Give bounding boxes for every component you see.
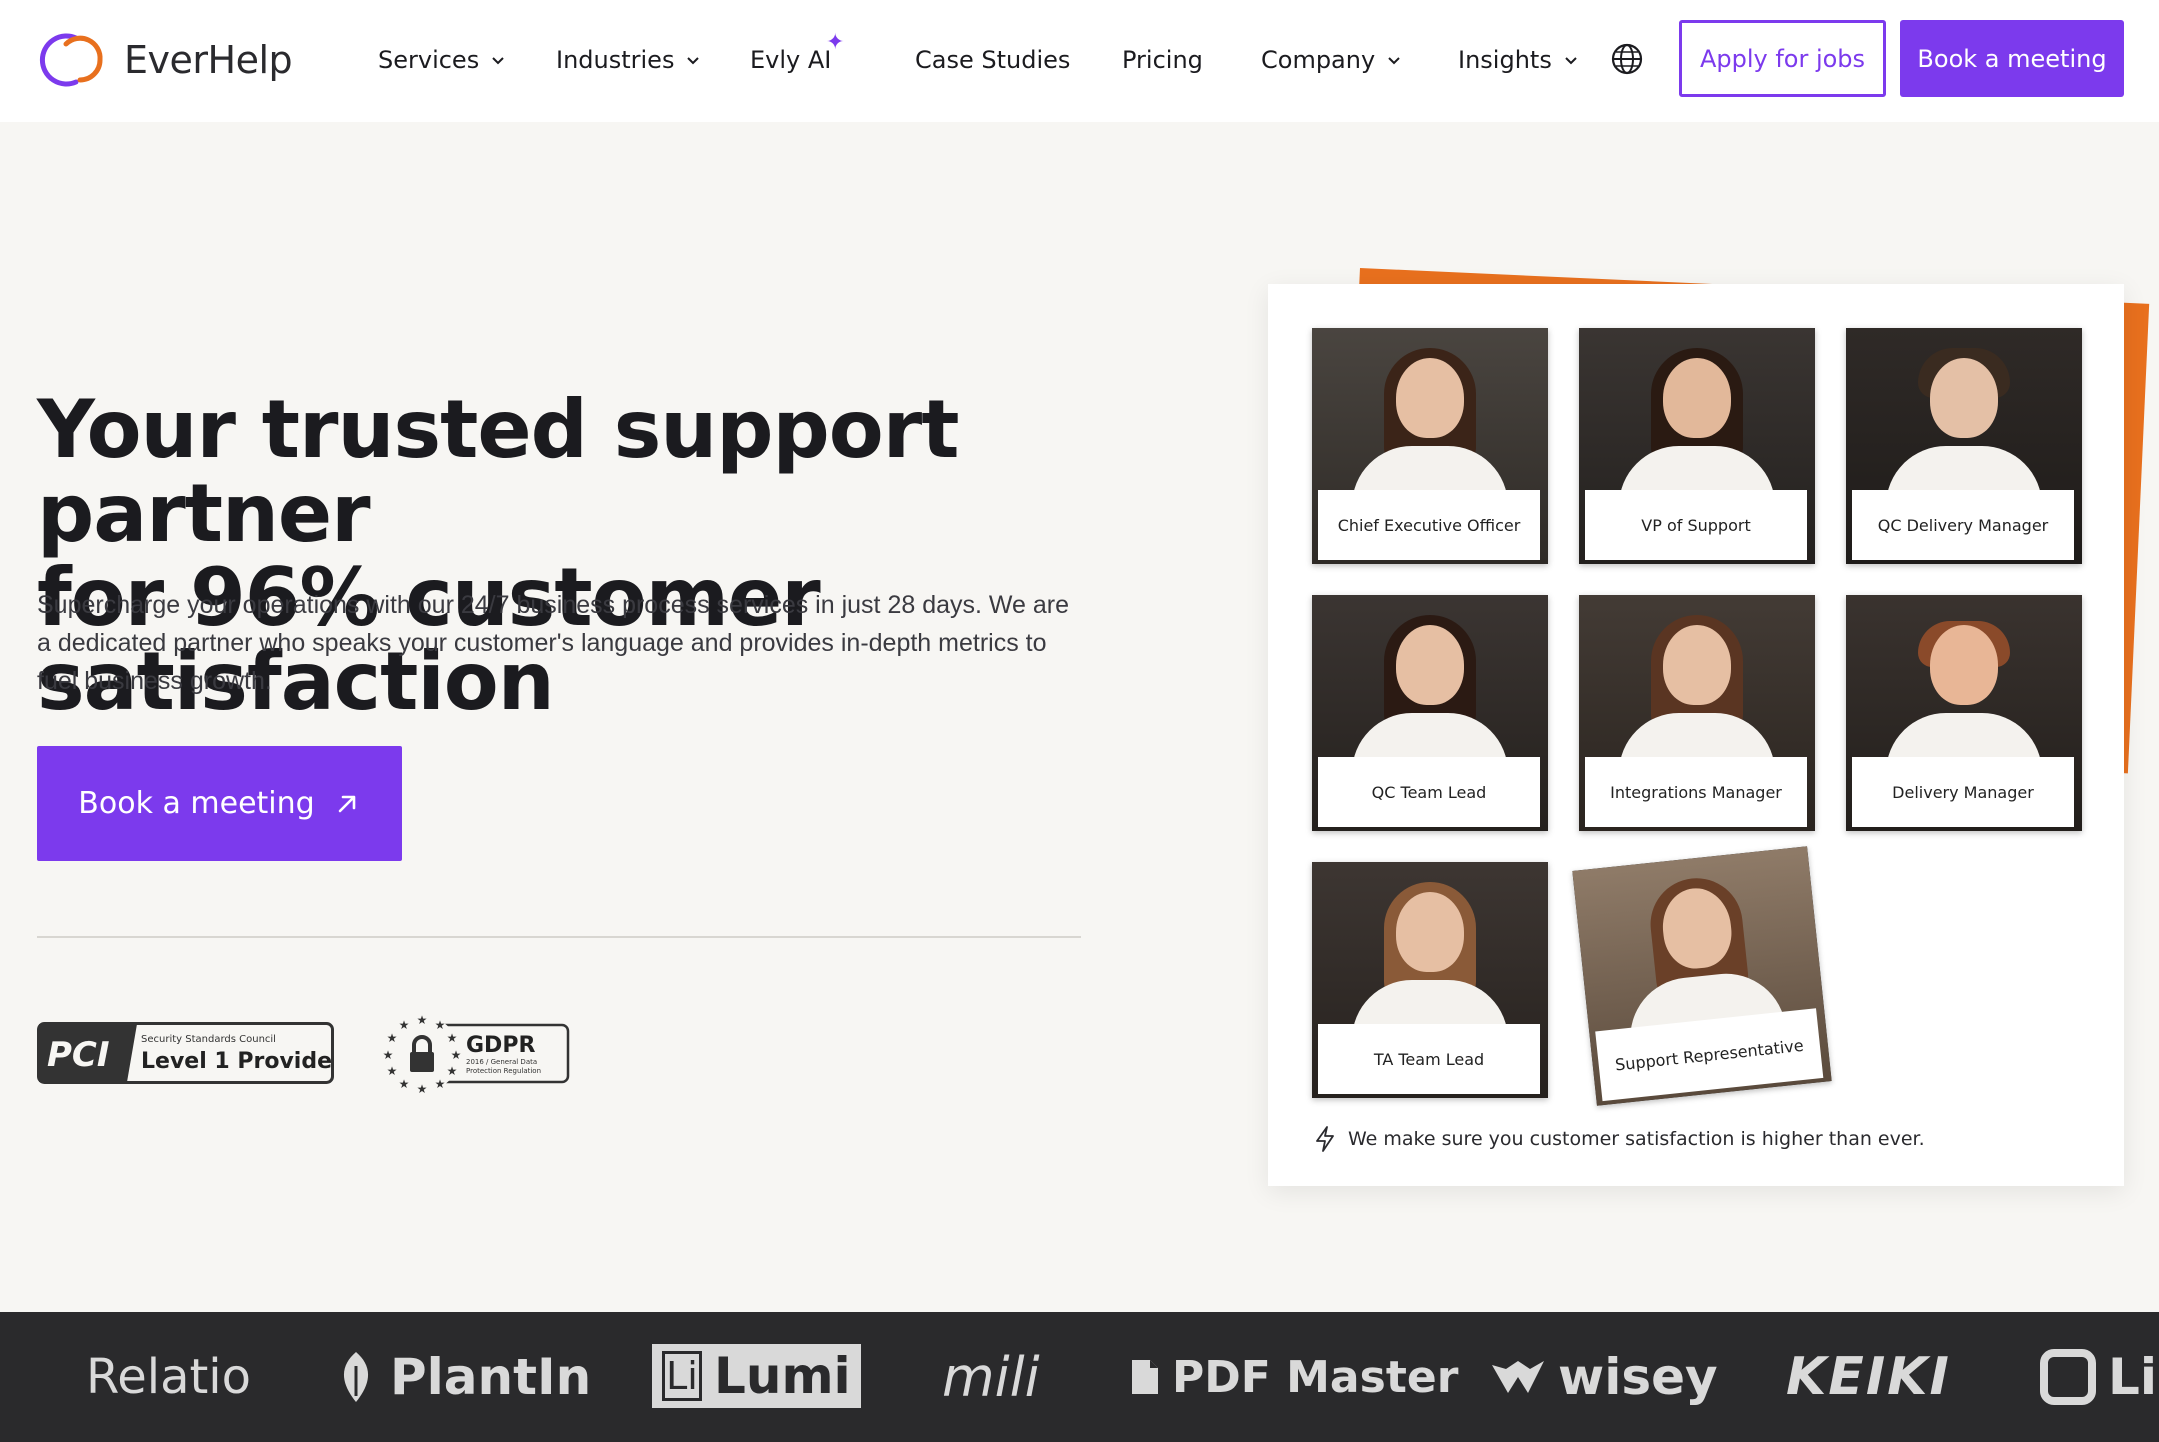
chevron-down-icon xyxy=(687,57,700,65)
nav-industries[interactable]: Industries xyxy=(556,40,702,80)
team-member-role: QC Delivery Manager xyxy=(1852,490,2074,560)
card-note-text: We make sure you customer satisfaction i… xyxy=(1348,1128,1925,1150)
arrow-up-right-icon xyxy=(338,795,356,812)
client-logo-mili: mili xyxy=(942,1345,1040,1409)
svg-text:★: ★ xyxy=(387,1031,398,1045)
client-name: PlantIn xyxy=(390,1348,592,1406)
document-icon xyxy=(1132,1360,1158,1394)
nav-label: Case Studies xyxy=(915,46,1071,74)
nav-label: Insights xyxy=(1458,46,1552,74)
svg-text:★: ★ xyxy=(451,1048,462,1062)
book-meeting-nav-button[interactable]: Book a meeting xyxy=(1900,20,2124,97)
client-name: Lumi xyxy=(714,1347,851,1405)
nav-label: Industries xyxy=(556,46,675,74)
svg-text:★: ★ xyxy=(417,1014,428,1027)
svg-text:★: ★ xyxy=(435,1018,446,1032)
svg-text:★: ★ xyxy=(383,1048,394,1062)
hero-subtitle: Supercharge your operations with our 24/… xyxy=(37,591,1070,695)
team-member-card: VP of Support xyxy=(1579,328,1815,564)
gdpr-small-2: Protection Regulation xyxy=(466,1067,541,1075)
chevron-down-icon xyxy=(492,57,504,65)
client-name: PDF Master xyxy=(1172,1351,1459,1403)
client-logo-keiki: KEIKI xyxy=(1786,1347,1951,1407)
team-member-role: Chief Executive Officer xyxy=(1318,490,1540,560)
team-member-card: Chief Executive Officer xyxy=(1312,328,1548,564)
team-member-role: QC Team Lead xyxy=(1318,757,1540,827)
client-logo-relatio: Relatio xyxy=(86,1349,251,1405)
gdpr-title: GDPR xyxy=(466,1033,535,1058)
team-member-role: VP of Support xyxy=(1585,490,1807,560)
svg-text:★: ★ xyxy=(435,1077,446,1091)
team-member-role: Integrations Manager xyxy=(1585,757,1807,827)
sparkle-icon: ✦ xyxy=(826,30,845,55)
nav-label: Pricing xyxy=(1122,46,1203,74)
book-meeting-hero-button[interactable]: Book a meeting xyxy=(37,746,402,861)
gdpr-small-1: 2016 / General Data xyxy=(466,1058,537,1066)
team-member-card: TA Team Lead xyxy=(1312,862,1548,1098)
apply-for-jobs-button[interactable]: Apply for jobs xyxy=(1679,20,1886,97)
brand-logo[interactable]: EverHelp xyxy=(36,30,293,90)
team-card: Chief Executive Officer VP of Support QC… xyxy=(1268,284,2124,1186)
nav-pricing[interactable]: Pricing xyxy=(1122,40,1203,80)
svg-text:★: ★ xyxy=(417,1082,428,1094)
client-logo-lumi: Li Lumi xyxy=(652,1344,861,1408)
top-navigation: EverHelp Services Industries Evly AI ✦ C… xyxy=(0,0,2159,122)
client-mark-icon xyxy=(2040,1349,2096,1405)
client-logo-partial-right: Li xyxy=(2040,1344,2157,1410)
team-member-card: QC Team Lead xyxy=(1312,595,1548,831)
lightning-icon xyxy=(1316,1126,1334,1152)
nav-company[interactable]: Company xyxy=(1261,40,1403,80)
team-member-card: Integrations Manager xyxy=(1579,595,1815,831)
client-name: wisey xyxy=(1558,1348,1718,1406)
team-member-role: TA Team Lead xyxy=(1318,1024,1540,1094)
pci-mark: PCI xyxy=(47,1035,110,1075)
cta-label: Book a meeting xyxy=(78,786,315,821)
card-note: We make sure you customer satisfaction i… xyxy=(1314,1126,1925,1152)
headline-line-1: Your trusted support partner xyxy=(37,383,959,560)
gdpr-badge: ★ ★★★ ★★★★ ★★★★ GDPR 2016 / General Data … xyxy=(383,1014,570,1094)
everhelp-logo-icon xyxy=(39,33,103,87)
client-logos-strip: Relatio PlantIn Li Lumi mili PDF Master … xyxy=(0,1312,2159,1442)
globe-icon[interactable] xyxy=(1610,42,1644,76)
client-logo-wisey: wisey xyxy=(1490,1344,1718,1410)
chevron-down-icon xyxy=(1565,57,1577,65)
divider xyxy=(37,936,1081,938)
brand-name: EverHelp xyxy=(124,38,293,82)
team-member-card: QC Delivery Manager xyxy=(1846,328,2082,564)
wisey-mark-icon xyxy=(1492,1361,1544,1393)
pci-badge: PCI Security Standards Council Level 1 P… xyxy=(37,1022,334,1084)
nav-label: Company xyxy=(1261,46,1376,74)
pci-main-text: Level 1 Provider xyxy=(141,1049,334,1074)
svg-text:★: ★ xyxy=(399,1018,410,1032)
svg-text:★: ★ xyxy=(399,1077,410,1091)
client-name: Li xyxy=(2108,1348,2157,1406)
client-logo-pdf-master: PDF Master xyxy=(1130,1344,1458,1410)
team-member-card: Delivery Manager xyxy=(1846,595,2082,831)
team-member-card: Support Representative xyxy=(1572,846,1832,1106)
nav-services[interactable]: Services xyxy=(378,40,507,80)
nav-evly-ai[interactable]: Evly AI xyxy=(750,40,831,80)
svg-text:★: ★ xyxy=(387,1064,398,1078)
leaf-icon xyxy=(343,1352,369,1402)
client-logo-plantin: PlantIn xyxy=(334,1344,591,1410)
nav-label: Services xyxy=(378,46,480,74)
svg-text:★: ★ xyxy=(447,1031,458,1045)
lumi-mark-icon: Li xyxy=(662,1351,702,1401)
pci-small-text: Security Standards Council xyxy=(141,1034,276,1045)
nav-label: Evly AI xyxy=(750,46,832,74)
team-member-role: Delivery Manager xyxy=(1852,757,2074,827)
chevron-down-icon xyxy=(1388,57,1400,65)
svg-text:★: ★ xyxy=(447,1064,458,1078)
nav-case-studies[interactable]: Case Studies xyxy=(915,40,1070,80)
nav-insights[interactable]: Insights xyxy=(1458,40,1580,80)
